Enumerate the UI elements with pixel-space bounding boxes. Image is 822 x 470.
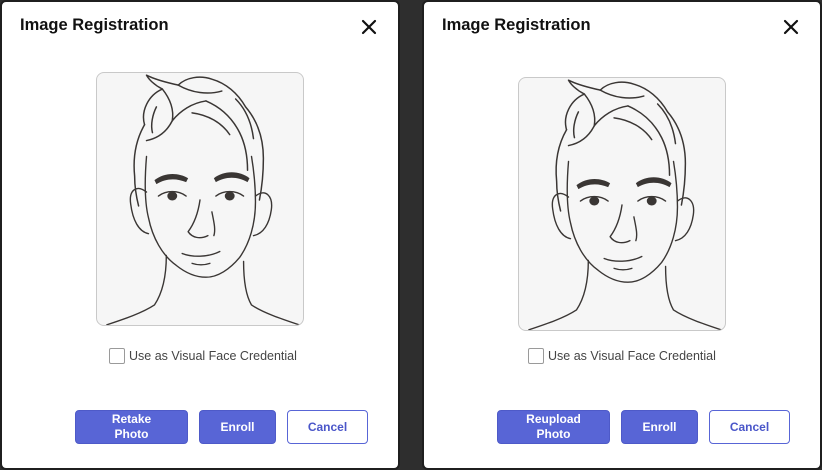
- dialog-title: Image Registration: [442, 16, 591, 34]
- enroll-button[interactable]: Enroll: [199, 410, 276, 444]
- image-registration-dialog-retake: Image Registration Use as Visual Face Cr…: [0, 0, 400, 470]
- cancel-button[interactable]: Cancel: [709, 410, 790, 444]
- close-icon[interactable]: [782, 18, 800, 36]
- close-icon[interactable]: [360, 18, 378, 36]
- cancel-button[interactable]: Cancel: [287, 410, 368, 444]
- checkbox-label: Use as Visual Face Credential: [129, 349, 297, 363]
- visual-face-credential-option[interactable]: Use as Visual Face Credential: [109, 348, 297, 364]
- visual-face-credential-checkbox[interactable]: [528, 348, 544, 364]
- visual-face-credential-checkbox[interactable]: [109, 348, 125, 364]
- visual-face-credential-option[interactable]: Use as Visual Face Credential: [528, 348, 716, 364]
- face-photo: [96, 72, 304, 326]
- face-photo: [518, 77, 726, 331]
- image-registration-dialog-reupload: Image Registration Use as Visual Face Cr…: [422, 0, 822, 470]
- face-illustration: [106, 74, 300, 325]
- face-illustration: [528, 79, 722, 330]
- reupload-photo-button[interactable]: Reupload Photo: [497, 410, 610, 444]
- enroll-button[interactable]: Enroll: [621, 410, 698, 444]
- checkbox-label: Use as Visual Face Credential: [548, 349, 716, 363]
- dialog-title: Image Registration: [20, 16, 169, 34]
- retake-photo-button[interactable]: Retake Photo: [75, 410, 188, 444]
